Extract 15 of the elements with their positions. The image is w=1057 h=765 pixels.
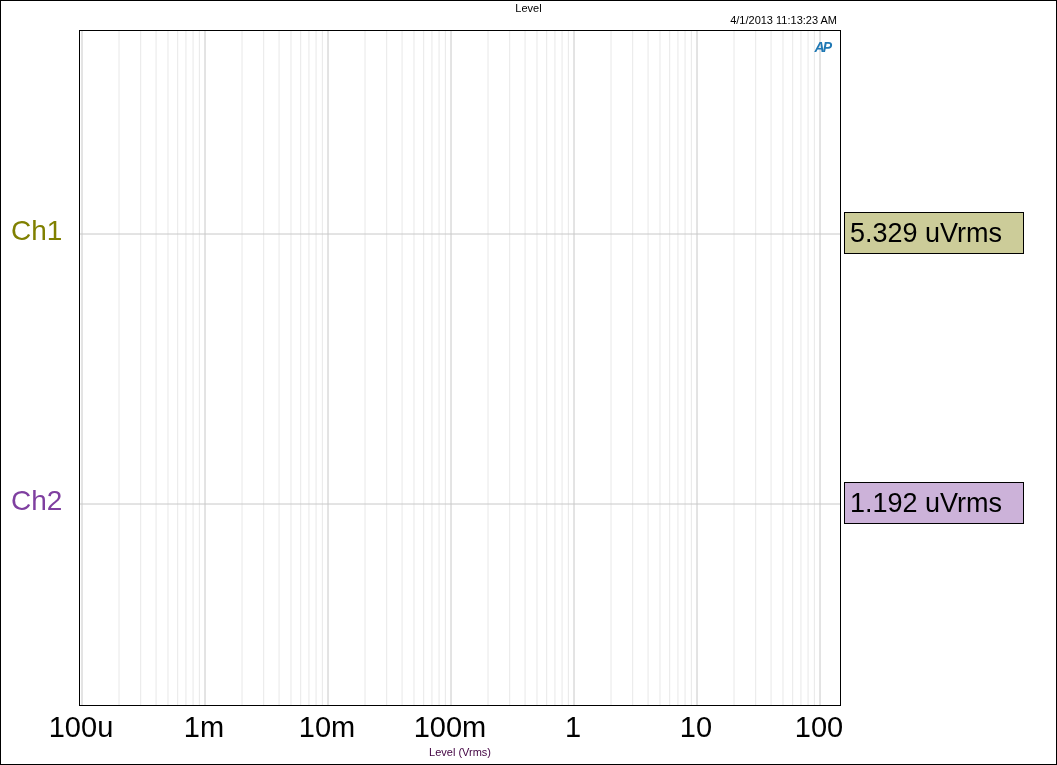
axis-title: Level (Vrms)	[429, 746, 491, 758]
logo: AP	[814, 39, 830, 55]
channel-reading: 5.329 uVrms	[844, 212, 1024, 254]
channel-label: Ch1	[11, 215, 63, 247]
chart-title: Level	[514, 1, 543, 15]
channel-label: Ch2	[11, 485, 63, 517]
channel-reading: 1.192 uVrms	[844, 482, 1024, 524]
axis-tick-label: 10	[679, 710, 713, 744]
axis-tick-label: 10m	[298, 710, 356, 744]
axis-tick-label: 1m	[183, 710, 225, 744]
axis-tick-label: 100u	[48, 710, 114, 744]
timestamp: 4/1/2013 11:13:23 AM	[730, 13, 837, 27]
axis-tick-label: 100m	[413, 710, 487, 744]
axis-tick-label: 1	[564, 710, 582, 744]
axis-tick-label: 100	[794, 710, 844, 744]
